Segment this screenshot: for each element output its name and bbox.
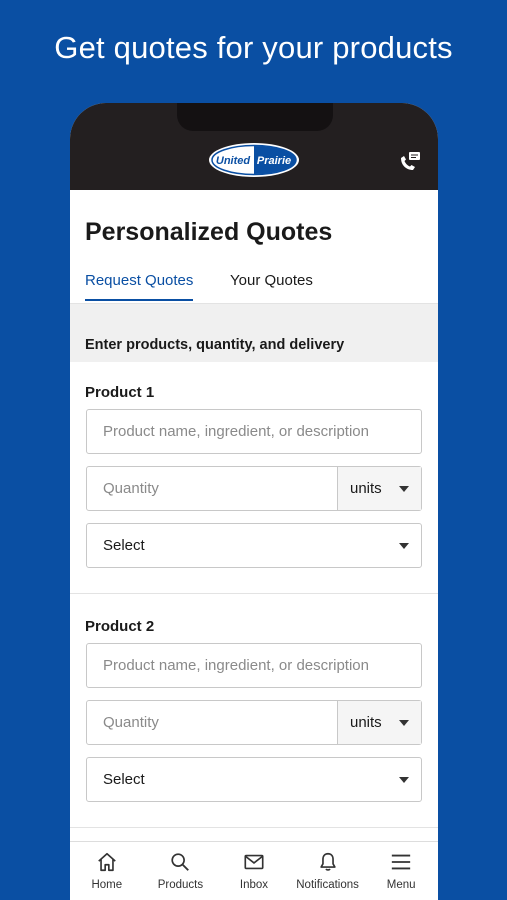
product-1-unit-value: units xyxy=(350,480,382,497)
product-1-unit-select[interactable]: units xyxy=(337,467,421,510)
product-2-name-input[interactable]: Product name, ingredient, or description xyxy=(86,643,422,688)
product-1-quantity-input[interactable]: Quantity xyxy=(87,467,337,510)
app-header: United Prairie xyxy=(70,103,438,190)
nav-notifications[interactable]: Notifications xyxy=(291,842,365,900)
home-icon xyxy=(97,852,116,872)
product-2-delivery-value: Select xyxy=(103,771,145,788)
nav-products[interactable]: Products xyxy=(144,842,218,900)
section-header: Enter products, quantity, and delivery xyxy=(70,304,438,362)
chevron-down-icon xyxy=(399,486,409,492)
chevron-down-icon xyxy=(399,777,409,783)
product-1-delivery-select[interactable]: Select xyxy=(86,523,422,568)
product-2-label: Product 2 xyxy=(85,618,155,635)
product-2-unit-value: units xyxy=(350,714,382,731)
product-2-delivery-select[interactable]: Select xyxy=(86,757,422,802)
nav-home-label: Home xyxy=(91,879,123,891)
mail-icon xyxy=(244,854,264,870)
product-2-quantity-row: Quantity units xyxy=(86,700,422,745)
bell-icon xyxy=(319,852,336,871)
nav-menu[interactable]: Menu xyxy=(364,842,438,900)
tab-your-quotes[interactable]: Your Quotes xyxy=(230,272,313,289)
phone-notch xyxy=(177,103,333,131)
product-1-name-input[interactable]: Product name, ingredient, or description xyxy=(86,409,422,454)
nav-menu-label: Menu xyxy=(386,879,416,891)
product-1-quantity-row: Quantity units xyxy=(86,466,422,511)
nav-home[interactable]: Home xyxy=(70,842,144,900)
page-title: Personalized Quotes xyxy=(85,218,333,246)
nav-inbox[interactable]: Inbox xyxy=(217,842,291,900)
nav-notifications-label: Notifications xyxy=(296,879,359,891)
product-2-unit-select[interactable]: units xyxy=(337,701,421,744)
product-2-quantity-input[interactable]: Quantity xyxy=(87,701,337,744)
chevron-down-icon xyxy=(399,543,409,549)
promo-title: Get quotes for your products xyxy=(54,30,453,65)
nav-inbox-label: Inbox xyxy=(239,879,269,891)
active-tab-indicator xyxy=(85,299,193,301)
product-1-label: Product 1 xyxy=(85,384,155,401)
phone-frame: United Prairie Personalized Quotes Reque… xyxy=(70,103,438,900)
logo-word-united: United xyxy=(216,155,251,167)
nav-products-label: Products xyxy=(157,879,204,891)
section-label: Enter products, quantity, and delivery xyxy=(85,337,345,353)
menu-icon xyxy=(392,854,411,870)
phone-message-icon[interactable] xyxy=(396,149,422,175)
chevron-down-icon xyxy=(399,720,409,726)
tab-request-quotes[interactable]: Request Quotes xyxy=(85,272,193,289)
product-divider xyxy=(70,827,438,828)
bottom-nav: Home Products Inbox Notifications Menu xyxy=(70,841,438,900)
product-1-delivery-value: Select xyxy=(103,537,145,554)
search-icon xyxy=(171,853,190,871)
logo-word-prairie: Prairie xyxy=(257,155,291,167)
product-divider xyxy=(70,593,438,594)
united-prairie-logo: United Prairie xyxy=(208,142,300,178)
